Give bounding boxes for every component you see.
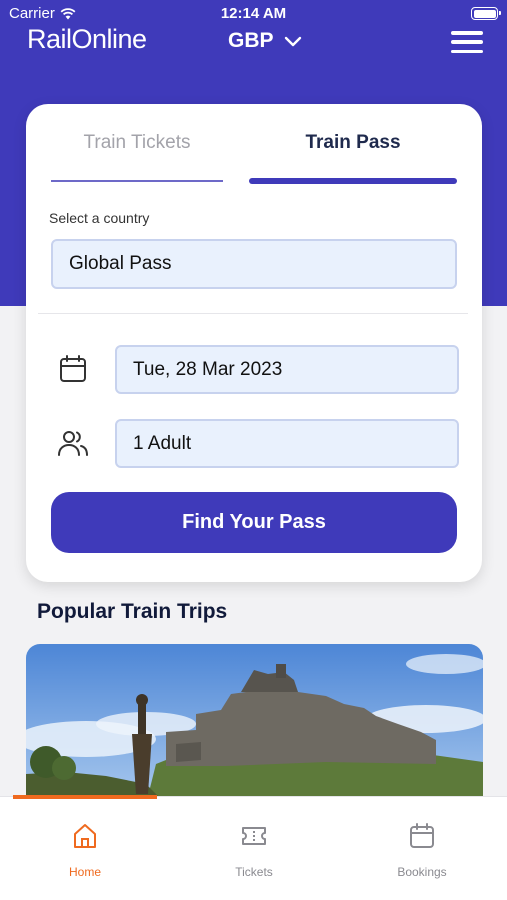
divider: [38, 313, 468, 314]
find-your-pass-button[interactable]: Find Your Pass: [51, 492, 457, 553]
date-field[interactable]: Tue, 28 Mar 2023: [115, 345, 459, 394]
chevron-down-icon: [284, 36, 301, 46]
brand-logo[interactable]: RailOnline: [27, 24, 147, 55]
battery-icon: [471, 7, 501, 20]
nav-tickets-label: Tickets: [235, 865, 273, 879]
bottom-navigation: Home Tickets Bookings: [0, 795, 507, 900]
tab-train-tickets[interactable]: Train Tickets: [51, 132, 223, 182]
nav-bookings-label: Bookings: [397, 865, 447, 879]
passengers-value: 1 Adult: [133, 432, 192, 454]
castle-photo: [26, 644, 483, 804]
popular-trips-title: Popular Train Trips: [37, 600, 228, 623]
date-value: Tue, 28 Mar 2023: [133, 358, 283, 380]
passengers-field[interactable]: 1 Adult: [115, 419, 459, 468]
calendar-icon: [60, 355, 86, 382]
currency-label: GBP: [228, 29, 274, 52]
country-value: Global Pass: [69, 253, 172, 274]
clock: 12:14 AM: [220, 5, 287, 22]
nav-tickets[interactable]: Tickets: [194, 821, 314, 879]
hamburger-menu-icon[interactable]: [451, 31, 483, 53]
active-tab-indicator: [13, 795, 157, 799]
nav-home-label: Home: [68, 865, 101, 879]
nav-home[interactable]: Home: [25, 821, 145, 879]
status-bar: Carrier 12:14 AM: [0, 0, 507, 26]
trip-card-image[interactable]: [26, 644, 483, 804]
nav-bookings[interactable]: Bookings: [362, 821, 482, 879]
app-header: RailOnline GBP: [0, 24, 507, 60]
country-field-label: Select a country: [49, 210, 150, 226]
passengers-icon: [58, 431, 88, 456]
calendar-icon: [410, 823, 434, 848]
country-select[interactable]: Global Pass: [51, 239, 457, 289]
booking-card: Train Tickets Train Pass Select a countr…: [26, 104, 482, 582]
home-icon: [74, 824, 96, 848]
currency-selector[interactable]: GBP: [228, 29, 302, 53]
tab-train-pass[interactable]: Train Pass: [249, 132, 457, 184]
ticket-icon: [242, 827, 266, 845]
